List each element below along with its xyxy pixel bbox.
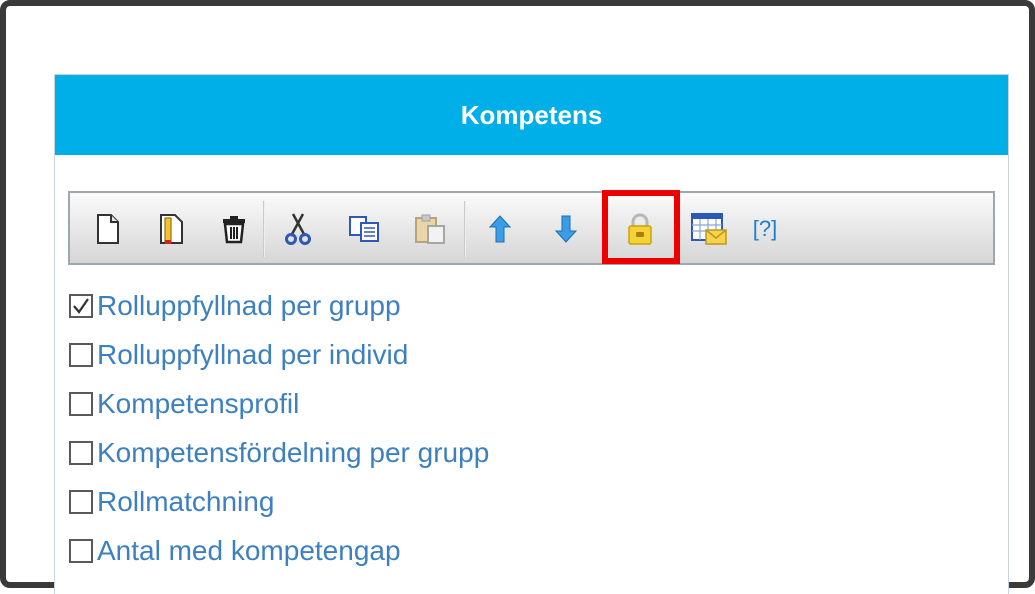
report-label[interactable]: Kompetensfördelning per grupp bbox=[97, 437, 489, 469]
checkmark-icon bbox=[73, 297, 89, 314]
new-button[interactable] bbox=[88, 209, 128, 249]
list-item[interactable]: Rollmatchning bbox=[69, 477, 489, 526]
toolbar: [?] bbox=[68, 190, 995, 265]
report-label[interactable]: Rollmatchning bbox=[97, 486, 274, 518]
paste-button[interactable] bbox=[410, 209, 450, 249]
toolbar-separator bbox=[464, 201, 466, 257]
report-checkbox[interactable] bbox=[69, 440, 93, 465]
report-list: Rolluppfyllnad per grupp Rolluppfyllnad … bbox=[69, 281, 489, 575]
edit-button[interactable] bbox=[152, 209, 192, 249]
list-item[interactable]: Rolluppfyllnad per individ bbox=[69, 330, 489, 379]
edit-document-icon bbox=[160, 214, 183, 244]
list-item[interactable]: Antal med kompetengap bbox=[69, 526, 489, 575]
new-document-icon bbox=[97, 214, 119, 244]
report-label[interactable]: Rolluppfyllnad per grupp bbox=[97, 290, 401, 322]
move-down-button[interactable] bbox=[546, 209, 586, 249]
schedule-mail-button[interactable] bbox=[689, 209, 729, 249]
arrow-up-icon bbox=[488, 215, 512, 243]
report-label[interactable]: Kompetensprofil bbox=[97, 388, 299, 420]
lock-button[interactable] bbox=[620, 209, 660, 249]
kompetens-panel: Kompetens [?] Rolluppfyllnad per grupp R… bbox=[54, 74, 1009, 594]
cut-icon bbox=[285, 213, 311, 245]
cut-button[interactable] bbox=[278, 209, 318, 249]
report-label[interactable]: Rolluppfyllnad per individ bbox=[97, 339, 408, 371]
report-checkbox[interactable] bbox=[69, 489, 93, 514]
window-frame: Kompetens [?] Rolluppfyllnad per grupp R… bbox=[0, 0, 1035, 594]
help-label: [?] bbox=[752, 216, 778, 241]
lock-icon bbox=[628, 213, 652, 245]
report-checkbox[interactable] bbox=[69, 391, 93, 416]
copy-icon bbox=[349, 216, 379, 242]
list-item[interactable]: Kompetensfördelning per grupp bbox=[69, 428, 489, 477]
list-item[interactable]: Kompetensprofil bbox=[69, 379, 489, 428]
report-checkbox[interactable] bbox=[69, 293, 93, 318]
report-checkbox[interactable] bbox=[69, 342, 93, 367]
toolbar-separator bbox=[263, 201, 265, 257]
copy-button[interactable] bbox=[344, 209, 384, 249]
trash-icon bbox=[223, 216, 245, 244]
paste-icon bbox=[415, 214, 445, 244]
move-up-button[interactable] bbox=[480, 209, 520, 249]
panel-title: Kompetens bbox=[460, 99, 603, 130]
calendar-mail-icon bbox=[691, 213, 727, 245]
report-checkbox[interactable] bbox=[69, 538, 93, 563]
help-button[interactable]: [?] bbox=[743, 209, 787, 249]
panel-header: Kompetens bbox=[55, 75, 1008, 155]
delete-button[interactable] bbox=[214, 209, 254, 249]
arrow-down-icon bbox=[554, 215, 578, 243]
report-label[interactable]: Antal med kompetengap bbox=[97, 535, 401, 567]
list-item[interactable]: Rolluppfyllnad per grupp bbox=[69, 281, 489, 330]
